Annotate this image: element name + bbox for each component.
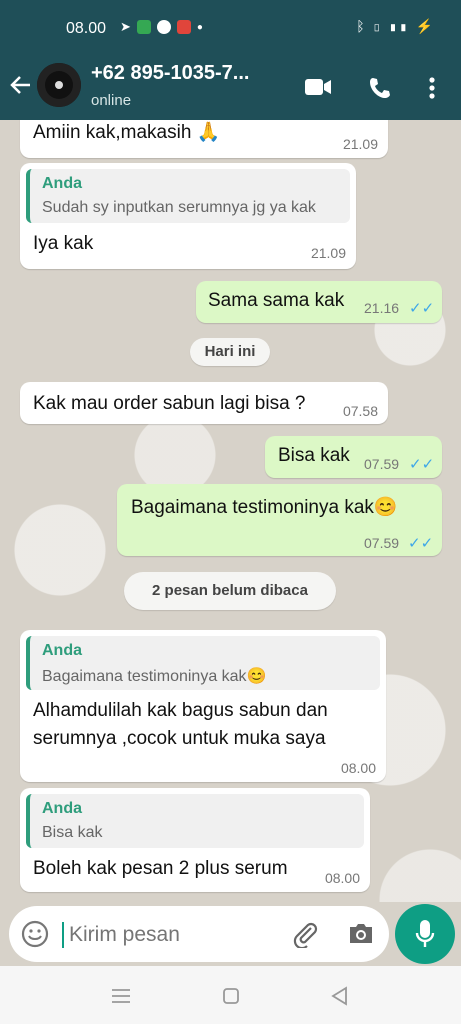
message-time: 07.58: [342, 403, 378, 419]
emoji-icon[interactable]: [21, 920, 49, 953]
nav-menu-icon[interactable]: [111, 988, 131, 1009]
quote-author: Anda: [42, 175, 82, 192]
quote-author: Anda: [42, 800, 82, 817]
message-input[interactable]: [67, 918, 291, 952]
sheets-icon: [136, 20, 151, 34]
message-input-box[interactable]: [9, 906, 389, 962]
unread-divider: 2 pesan belum dibaca: [124, 572, 336, 610]
dot-icon: ●: [196, 21, 203, 33]
message-outgoing[interactable]: Bagaimana testimoninya kak😊 07.59 ✓✓: [117, 484, 442, 556]
date-divider: Hari ini: [190, 338, 270, 366]
message-outgoing[interactable]: Bisa kak 07.59 ✓✓: [265, 436, 442, 478]
status-system-icons: ᛒ ▯ ▮▮ ⚡: [356, 18, 435, 34]
contact-name[interactable]: +62 895-1035-7...: [91, 62, 249, 85]
message-incoming[interactable]: Anda Bisa kak Boleh kak pesan 2 plus ser…: [20, 788, 370, 892]
message-time: 08.00: [340, 760, 376, 776]
message-incoming[interactable]: Amiin kak,makasih 🙏 21.09: [20, 120, 388, 158]
back-arrow-icon[interactable]: [8, 72, 34, 105]
mic-icon: [415, 919, 435, 954]
status-notification-icons: ➤ ●: [120, 19, 203, 35]
avatar[interactable]: [37, 63, 81, 107]
facebook-icon: [156, 20, 171, 34]
message-text: Bisa kak: [278, 445, 350, 466]
date-divider-label: Hari ini: [204, 343, 256, 360]
attach-icon[interactable]: [291, 920, 319, 953]
message-text-line: serumnya ,cocok untuk muka saya: [33, 728, 326, 749]
message-text: Kak mau order sabun lagi bisa ?: [33, 393, 306, 414]
message-time: 07.59: [364, 535, 400, 551]
quote-text: Bagaimana testimoninya kak😊: [42, 668, 267, 685]
telegram-icon: ➤: [120, 19, 131, 34]
chat-area[interactable]: Amiin kak,makasih 🙏 21.09 Anda Sudah sy …: [0, 120, 461, 902]
screen-record-icon: [176, 20, 191, 34]
message-text-line: Alhamdulilah kak bagus sabun dan: [33, 700, 328, 721]
message-time: 07.59: [364, 456, 400, 472]
message-time: 08.00: [324, 870, 360, 886]
quote-author: Anda: [42, 642, 82, 659]
chat-header: +62 895-1035-7... online: [0, 58, 461, 120]
quote-text: Bisa kak: [42, 824, 103, 841]
message-text: Sama sama kak: [208, 290, 345, 311]
input-bar: [0, 902, 461, 966]
message-time: 21.09: [310, 245, 346, 261]
more-vert-icon[interactable]: [428, 76, 436, 105]
system-nav-bar: [0, 966, 461, 1024]
nav-back-icon[interactable]: [330, 986, 348, 1011]
status-time: 08.00: [66, 20, 107, 37]
message-time: 21.09: [342, 136, 378, 152]
unread-divider-label: 2 pesan belum dibaca: [152, 582, 308, 599]
mic-button[interactable]: [395, 904, 455, 964]
message-incoming[interactable]: Kak mau order sabun lagi bisa ? 07.58: [20, 382, 388, 424]
quoted-message[interactable]: Anda Bagaimana testimoninya kak😊: [26, 636, 380, 690]
read-ticks-icon: ✓✓: [408, 535, 434, 552]
message-text: Iya kak: [33, 233, 94, 254]
message-incoming[interactable]: Anda Sudah sy inputkan serumnya jg ya ka…: [20, 163, 356, 269]
text-cursor: [62, 922, 64, 948]
message-outgoing[interactable]: Sama sama kak 21.16 ✓✓: [196, 281, 442, 323]
message-text: Bagaimana testimoninya kak😊: [131, 497, 398, 518]
status-bar: 08.00 ➤ ● ᛒ ▯ ▮▮ ⚡: [0, 0, 461, 58]
message-text: Amiin kak,makasih 🙏: [33, 122, 221, 143]
quote-text: Sudah sy inputkan serumnya jg ya kak: [42, 199, 316, 216]
presence-status: online: [91, 92, 132, 109]
message-incoming[interactable]: Anda Bagaimana testimoninya kak😊 Alhamdu…: [20, 630, 386, 782]
message-time: 21.16: [364, 300, 400, 316]
video-call-icon[interactable]: [304, 76, 332, 103]
read-ticks-icon: ✓✓: [409, 300, 435, 317]
read-ticks-icon: ✓✓: [409, 456, 435, 473]
phone-icon[interactable]: [368, 76, 392, 105]
quoted-message[interactable]: Anda Sudah sy inputkan serumnya jg ya ka…: [26, 169, 350, 223]
camera-icon[interactable]: [347, 921, 375, 950]
nav-home-icon[interactable]: [222, 987, 240, 1010]
message-text: Boleh kak pesan 2 plus serum: [33, 858, 288, 879]
quoted-message[interactable]: Anda Bisa kak: [26, 794, 364, 848]
